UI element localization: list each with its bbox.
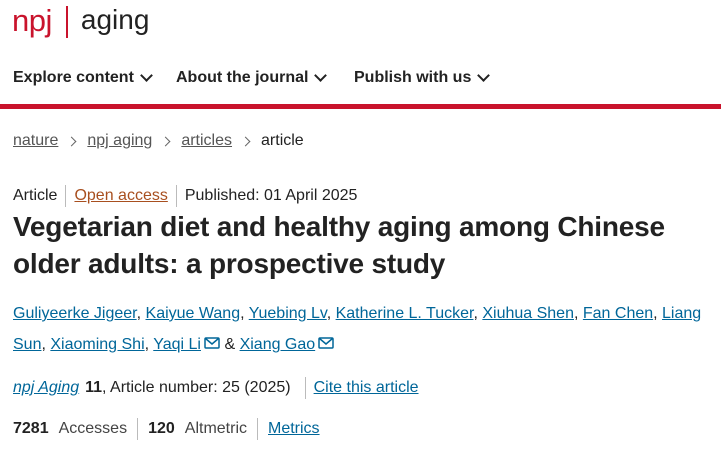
envelope-icon[interactable] <box>204 337 220 349</box>
article-type: Article <box>13 187 58 204</box>
main-nav: Explore content About the journal Publis… <box>0 58 721 98</box>
article-title: Vegetarian diet and healthy aging among … <box>13 208 713 282</box>
article-title-line-2: older adults: a prospective study <box>13 248 446 279</box>
citation-divider <box>304 377 306 399</box>
author-link[interactable]: Guliyeerke Jigeer <box>13 305 137 322</box>
site-logo[interactable]: npj aging <box>12 0 149 44</box>
header-divider <box>0 104 721 109</box>
chevron-down-icon <box>477 69 491 82</box>
meta-divider <box>175 185 177 207</box>
breadcrumb: nature npj aging articles article <box>13 130 304 152</box>
nav-about-journal-label: About the journal <box>176 69 309 86</box>
breadcrumb-current: article <box>261 132 304 149</box>
chevron-down-icon <box>140 69 153 82</box>
metrics-divider <box>137 418 139 440</box>
altmetric-label: Altmetric <box>184 420 247 437</box>
metrics-divider <box>257 418 258 440</box>
author-link[interactable]: Fan Chen <box>583 305 653 322</box>
nav-about-journal[interactable]: About the journal <box>176 58 328 98</box>
author-conjunction: & <box>224 336 236 353</box>
chevron-down-icon <box>314 69 328 82</box>
cite-this-article-link[interactable]: Cite this article <box>314 379 419 397</box>
citation-line: npj Aging 11, Article number: 25 (2025) … <box>13 377 419 399</box>
journal-link[interactable]: npj Aging <box>13 379 79 397</box>
article-meta: Article Open access Published: 01 April … <box>13 185 357 207</box>
breadcrumb-nature[interactable]: nature <box>13 132 58 150</box>
breadcrumb-npj-aging[interactable]: npj aging <box>87 132 152 150</box>
chevron-right-icon <box>66 136 77 146</box>
chevron-right-icon <box>240 136 251 146</box>
logo-journal-name: aging <box>80 4 150 35</box>
logo-divider <box>65 6 68 38</box>
nav-publish-with-us-label: Publish with us <box>354 69 472 86</box>
metrics-link[interactable]: Metrics <box>268 420 320 438</box>
author-link[interactable]: Xiuhua Shen <box>482 305 574 322</box>
article-metrics: 7281 Accesses 120 Altmetric Metrics <box>13 418 320 440</box>
author-list: Guliyeerke Jigeer, Kaiyue Wang, Yuebing … <box>13 305 702 353</box>
author-link[interactable]: Xiaoming Shi <box>50 336 144 353</box>
breadcrumb-articles[interactable]: articles <box>181 132 232 150</box>
author-link[interactable]: Katherine L. Tucker <box>336 305 474 322</box>
volume-number: 11 <box>85 379 103 396</box>
author-link[interactable]: Kaiyue Wang <box>146 305 241 322</box>
author-link[interactable]: Yaqi Li <box>153 336 201 353</box>
published-date: Published: 01 April 2025 <box>184 187 358 204</box>
meta-divider <box>65 185 67 207</box>
altmetric-count: 120 <box>148 420 175 437</box>
envelope-icon[interactable] <box>318 337 334 349</box>
accesses-label: Accesses <box>58 420 128 437</box>
nav-explore-content[interactable]: Explore content <box>13 58 153 98</box>
chevron-right-icon <box>160 136 171 146</box>
nav-explore-content-label: Explore content <box>13 69 134 86</box>
open-access-link[interactable]: Open access <box>74 187 167 205</box>
article-number: , Article number: 25 (2025) <box>102 379 291 396</box>
nav-publish-with-us[interactable]: Publish with us <box>354 58 491 98</box>
accesses-count: 7281 <box>13 420 49 437</box>
author-link[interactable]: Yuebing Lv <box>249 305 327 322</box>
logo-npj: npj <box>12 2 52 38</box>
author-link[interactable]: Xiang Gao <box>240 336 316 353</box>
article-title-line-1: Vegetarian diet and healthy aging among … <box>13 211 665 242</box>
